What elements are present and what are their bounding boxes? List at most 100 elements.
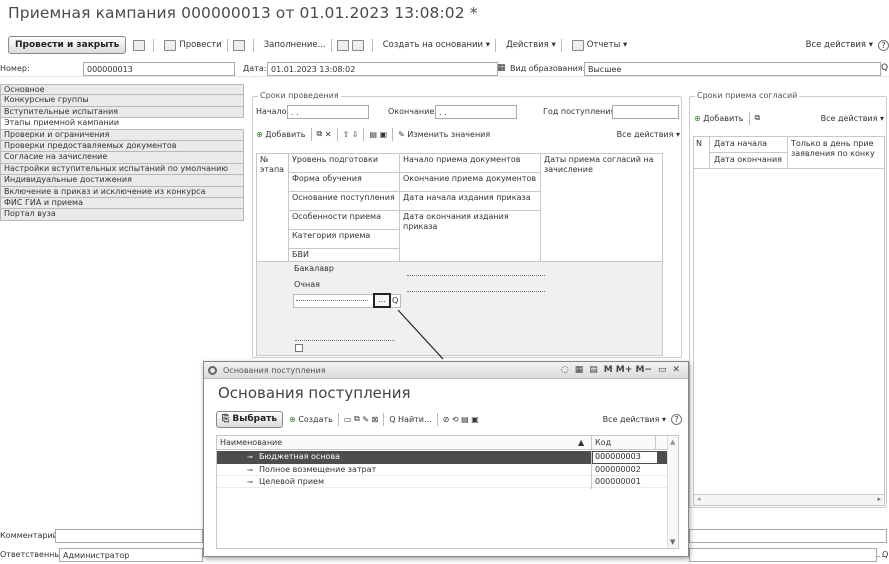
cancel-search-icon[interactable]: ⊘ <box>443 415 450 424</box>
tab-entrance-tests[interactable]: Вступительные испытания <box>0 106 244 119</box>
consent-dates-header[interactable]: Даты приема согласий на зачисление <box>540 153 663 268</box>
tab-checks-restrictions[interactable]: Проверки и ограничения <box>0 129 244 141</box>
order-start-header[interactable]: Дата начала издания приказа <box>399 191 541 211</box>
doc-start-header[interactable]: Начало приема документов <box>399 153 541 173</box>
start-date-field[interactable]: . . <box>287 105 369 119</box>
list-item[interactable]: ⊸ Полное возмещение затрат 000000002 <box>217 464 668 476</box>
tab-order-inclusion[interactable]: Включение в приказ и исключение из конку… <box>0 186 244 198</box>
doc-start-cell[interactable] <box>407 270 545 276</box>
create-based-on-menu[interactable]: Создать на основании ▾ <box>383 40 490 50</box>
end-date-field[interactable]: . . <box>435 105 517 119</box>
scroll-left-icon[interactable]: ◂ <box>697 495 701 503</box>
scroll-down-icon[interactable]: ▼ <box>670 538 675 546</box>
post-and-close-button[interactable]: Провести и закрыть <box>8 36 127 54</box>
pencil-icon[interactable]: ✎ <box>362 415 369 424</box>
calculator-icon[interactable]: ▤ <box>589 365 598 375</box>
tab-campaign-stages[interactable]: Этапы приемной кампании <box>0 118 244 130</box>
tab-competition-groups[interactable]: Конкурсные группы <box>0 95 244 107</box>
add-folder-icon[interactable]: ▭ <box>344 415 352 424</box>
stages-all-actions-menu[interactable]: Все действия ▾ <box>617 130 680 139</box>
structure-icon[interactable] <box>351 39 364 51</box>
fill-button[interactable]: Заполнение... <box>264 40 326 50</box>
scroll-right-icon[interactable]: ▸ <box>877 495 881 503</box>
tab-document-checks[interactable]: Проверки предоставляемых документов <box>0 140 244 153</box>
year-field[interactable] <box>612 105 679 119</box>
select-button[interactable]: ... <box>373 293 391 308</box>
education-type-field[interactable]: Высшее <box>584 62 881 76</box>
find-button[interactable]: Q Найти... <box>389 415 431 424</box>
history-icon[interactable]: ⟲ <box>452 415 459 424</box>
all-actions-menu[interactable]: Все действия ▾ <box>806 40 873 50</box>
level-cell[interactable]: Бакалавр <box>294 264 334 273</box>
responsible-field[interactable]: Администратор <box>59 548 203 562</box>
consent-all-actions-menu[interactable]: Все действия ▾ <box>821 114 884 123</box>
create-button[interactable]: ⊕ Создать <box>289 415 333 424</box>
scroll-up-icon[interactable]: ▲ <box>670 438 675 446</box>
tab-main[interactable]: Основное <box>0 84 244 96</box>
tab-individual-achievements[interactable]: Индивидуальные достижения <box>0 175 244 187</box>
copy-icon[interactable]: ⧉ <box>317 129 323 139</box>
horizontal-scrollbar[interactable]: ◂ ▸ <box>694 494 884 505</box>
change-values-button[interactable]: ✎ Изменить значения <box>398 130 490 139</box>
bvi-checkbox[interactable] <box>295 344 303 352</box>
reports-menu[interactable]: Отчеты ▾ <box>571 39 627 51</box>
comment-field[interactable] <box>55 529 203 543</box>
start-date-column-header[interactable]: Дата начала <box>710 137 788 153</box>
category-cell[interactable] <box>295 335 395 341</box>
doc-end-header[interactable]: Окончание приема документов <box>399 172 541 192</box>
basis-input[interactable]: ... Q <box>293 293 401 308</box>
responsible-field-end[interactable] <box>689 548 877 562</box>
memory-buttons[interactable]: M M+ M− <box>604 365 652 375</box>
stage-number-header[interactable]: № этапа <box>256 153 289 268</box>
number-field[interactable]: 000000013 <box>83 62 235 76</box>
search-icon[interactable]: Q <box>881 63 888 73</box>
vertical-scrollbar[interactable]: ▲ ▼ <box>667 436 678 548</box>
save-icon[interactable] <box>133 39 146 51</box>
doc-end-cell[interactable] <box>407 286 545 292</box>
select-button[interactable]: ⎘ Выбрать <box>216 410 284 428</box>
move-down-icon[interactable]: ⇩ <box>352 130 359 139</box>
close-icon[interactable]: ✕ <box>672 365 680 375</box>
print-icon[interactable] <box>336 39 349 51</box>
dialog-all-actions-menu[interactable]: Все действия ▾ <box>603 415 666 424</box>
order-end-header[interactable]: Дата окончания издания приказа <box>399 210 541 268</box>
name-column-header[interactable]: Наименование <box>220 438 282 447</box>
unpost-icon[interactable] <box>232 39 245 51</box>
code-column-header[interactable]: Код <box>595 438 611 447</box>
table-icon[interactable]: ▦ <box>575 365 584 375</box>
basis-header[interactable]: Основание поступления <box>288 191 400 211</box>
copy-icon[interactable]: ⧉ <box>755 113 761 123</box>
search-icon[interactable]: Q <box>882 550 888 559</box>
copy-icon[interactable]: ⧉ <box>354 414 360 424</box>
link-icon[interactable]: ◌ <box>561 365 569 375</box>
search-icon[interactable]: Q <box>392 296 398 305</box>
list-item[interactable]: ⊸ Целевой прием 000000001 <box>217 476 668 488</box>
tab-fis-gia[interactable]: ФИС ГИА и приема <box>0 197 244 210</box>
list-icon[interactable]: ▤ <box>461 415 469 424</box>
n-column-header[interactable]: N <box>694 137 710 169</box>
comment-field-end[interactable] <box>689 529 887 543</box>
move-up-icon[interactable]: ⇧ <box>343 130 350 139</box>
delete-icon[interactable]: ⊠ <box>371 415 378 424</box>
fill-icon[interactable]: ▤ <box>369 130 377 139</box>
consent-add-button[interactable]: ⊕ Добавить <box>694 114 744 123</box>
features-header[interactable]: Особенности приема <box>288 210 400 230</box>
delete-icon[interactable]: ✕ <box>325 130 332 139</box>
calendar-icon[interactable]: ▦ <box>497 63 506 73</box>
structure-icon[interactable]: ▣ <box>471 415 479 424</box>
help-icon[interactable]: ? <box>878 39 889 51</box>
clipboard-icon[interactable]: ▣ <box>380 130 388 139</box>
tab-university-portal[interactable]: Портал вуза <box>0 209 244 221</box>
tab-default-test-settings[interactable]: Настройки вступительных испытаний по умо… <box>0 163 244 176</box>
post-button[interactable]: Провести <box>164 39 222 51</box>
actions-menu[interactable]: Действия ▾ <box>506 40 556 50</box>
list-item[interactable]: ⊸ Бюджетная основа 000000003 <box>217 451 668 464</box>
help-icon[interactable]: ? <box>671 413 682 425</box>
tab-enrollment-consent[interactable]: Согласие на зачисление <box>0 152 244 164</box>
end-date-column-header[interactable]: Дата окончания <box>710 153 788 169</box>
form-header[interactable]: Форма обучения <box>288 172 400 192</box>
form-cell[interactable]: Очная <box>294 280 320 289</box>
category-header[interactable]: Категория приема <box>288 229 400 249</box>
level-header[interactable]: Уровень подготовки <box>288 153 400 173</box>
add-button[interactable]: ⊕ Добавить <box>256 130 306 139</box>
